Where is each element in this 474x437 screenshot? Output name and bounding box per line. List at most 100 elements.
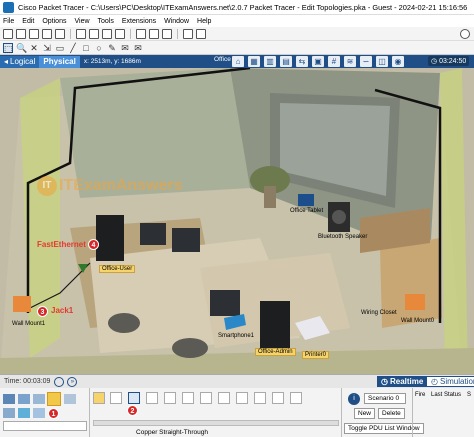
fiber-icon[interactable] (164, 392, 176, 404)
subcategory-icon[interactable] (18, 408, 30, 418)
fast-forward-icon[interactable]: » (67, 376, 78, 387)
freeform-icon[interactable]: ✎ (107, 43, 117, 53)
printer-label: Printer0 (302, 351, 330, 359)
menu-edit[interactable]: Edit (22, 18, 34, 25)
miscellaneous-icon[interactable] (64, 394, 76, 404)
menu-extensions[interactable]: Extensions (122, 18, 156, 25)
activity-wizard-icon[interactable] (55, 28, 65, 39)
copper-straight-through-icon[interactable] (128, 392, 140, 404)
octal-cable-icon[interactable] (254, 392, 266, 404)
office-user-pc[interactable] (96, 215, 124, 261)
toolbar-separator (70, 28, 71, 39)
back-arrow-icon: ◂ (4, 57, 9, 66)
toolbar-separator (177, 28, 178, 39)
power-cycle-icon[interactable] (54, 376, 65, 387)
copy-icon[interactable] (76, 28, 86, 39)
realtime-mode-button[interactable]: ◷ Realtime (377, 376, 428, 387)
undo-icon[interactable] (102, 28, 112, 39)
clock-text: 03:24:50 (439, 58, 467, 65)
menu-window[interactable]: Window (164, 18, 189, 25)
wireless-icon[interactable]: ≋ (344, 56, 356, 67)
connections-icon[interactable] (47, 392, 61, 406)
zoom-reset-icon[interactable] (149, 28, 159, 39)
save-icon[interactable] (29, 28, 39, 39)
console-cable-icon[interactable] (110, 392, 122, 404)
copper-cross-over-icon[interactable] (146, 392, 158, 404)
new-scenario-button[interactable]: New (354, 408, 376, 419)
menu-view[interactable]: View (74, 18, 89, 25)
place-note-icon[interactable]: ▭ (55, 43, 65, 53)
menu-options[interactable]: Options (42, 18, 66, 25)
edit-toolbar: ⬚ 🔍 ✕ ⇲ ▭ ╱ □ ○ ✎ ✉ ✉ (0, 41, 474, 55)
draw-ellipse-icon[interactable]: ○ (94, 43, 104, 53)
delete-icon[interactable]: ✕ (29, 43, 39, 53)
print-icon[interactable] (42, 28, 52, 39)
time-bar: Time: 00:03:09 » ◷ Realtime ◴ Simulation (0, 374, 474, 388)
new-closet-icon[interactable]: ▤ (280, 56, 292, 67)
physical-view-tab[interactable]: Physical (39, 55, 80, 68)
multiuser-icon[interactable] (3, 408, 15, 418)
navigation-icon[interactable]: ⌂ (232, 56, 244, 67)
working-clusters-icon[interactable]: ◫ (376, 56, 388, 67)
components-icon[interactable] (33, 394, 45, 404)
inspect-icon[interactable]: 🔍 (16, 43, 27, 53)
phone-cable-icon[interactable] (182, 392, 194, 404)
end-devices-icon[interactable] (18, 394, 30, 404)
move-object-icon[interactable]: ⇆ (296, 56, 308, 67)
new-city-icon[interactable]: ▦ (248, 56, 260, 67)
office-tablet-label: Office Tablet (290, 208, 324, 214)
redo-icon[interactable] (115, 28, 125, 39)
subcategory-2-icon[interactable] (33, 408, 45, 418)
wall-mount-left-device[interactable] (13, 296, 31, 312)
office-floor-plan (0, 68, 474, 374)
packet-tracer-icon (3, 1, 14, 13)
menu-bar: File Edit Options View Tools Extensions … (0, 15, 474, 27)
zoom-out-icon[interactable] (162, 28, 172, 39)
bluetooth-speaker-label: Bluetooth Speaker (318, 234, 368, 240)
custom-device-icon[interactable] (196, 28, 206, 39)
physical-workspace[interactable]: IT ITExamAnswers Office-User Office Tabl… (0, 68, 474, 374)
logical-view-tab[interactable]: ◂ Logical (0, 55, 40, 68)
set-background-icon[interactable]: ▣ (312, 56, 324, 67)
office-user-label: Office-User (99, 265, 136, 273)
office-admin-pc[interactable] (260, 301, 290, 349)
view-icon[interactable]: ◉ (392, 56, 404, 67)
simulation-mode-button[interactable]: ◴ Simulation (426, 376, 474, 387)
paste-icon[interactable] (89, 28, 99, 39)
cable-icon[interactable]: ∽ (360, 56, 372, 67)
scenario-select[interactable]: Scenario 0 (364, 393, 406, 404)
office-tablet-device[interactable] (298, 194, 314, 206)
usb-cable-icon[interactable] (290, 392, 302, 404)
add-complex-pdu-icon[interactable]: ✉ (133, 43, 143, 53)
new-building-icon[interactable]: ▥ (264, 56, 276, 67)
network-devices-icon[interactable] (3, 394, 15, 404)
auto-connection-icon[interactable] (93, 392, 105, 404)
delete-scenario-button[interactable]: Delete (378, 408, 405, 419)
menu-tools[interactable]: Tools (98, 18, 114, 25)
grid-icon[interactable]: # (328, 56, 340, 67)
draw-line-icon[interactable]: ╱ (68, 43, 78, 53)
drawing-palette-icon[interactable] (183, 28, 193, 39)
add-simple-pdu-icon[interactable]: ✉ (120, 43, 130, 53)
wall-mount-right-device[interactable] (405, 294, 425, 310)
toolbar-separator (130, 28, 131, 39)
zoom-in-icon[interactable] (136, 28, 146, 39)
main-toolbar (0, 27, 474, 41)
coaxial-cable-icon[interactable] (200, 392, 212, 404)
new-file-icon[interactable] (3, 28, 13, 39)
serial-dce-icon[interactable] (218, 392, 230, 404)
scenario-info-icon[interactable]: i (348, 393, 360, 405)
resize-icon[interactable]: ⇲ (42, 43, 52, 53)
open-file-icon[interactable] (16, 28, 26, 39)
step-3-badge: 3 (37, 306, 48, 317)
select-icon[interactable]: ⬚ (3, 42, 13, 54)
help-icon[interactable] (460, 28, 470, 39)
iot-custom-cable-icon[interactable] (272, 392, 284, 404)
device-search-field[interactable] (3, 421, 87, 431)
connection-scrollbar[interactable] (93, 420, 339, 426)
menu-help[interactable]: Help (197, 18, 211, 25)
serial-dte-icon[interactable] (236, 392, 248, 404)
draw-rectangle-icon[interactable]: □ (81, 43, 91, 53)
selected-connection-caption: Copper Straight-Through (136, 429, 208, 436)
menu-file[interactable]: File (3, 18, 14, 25)
